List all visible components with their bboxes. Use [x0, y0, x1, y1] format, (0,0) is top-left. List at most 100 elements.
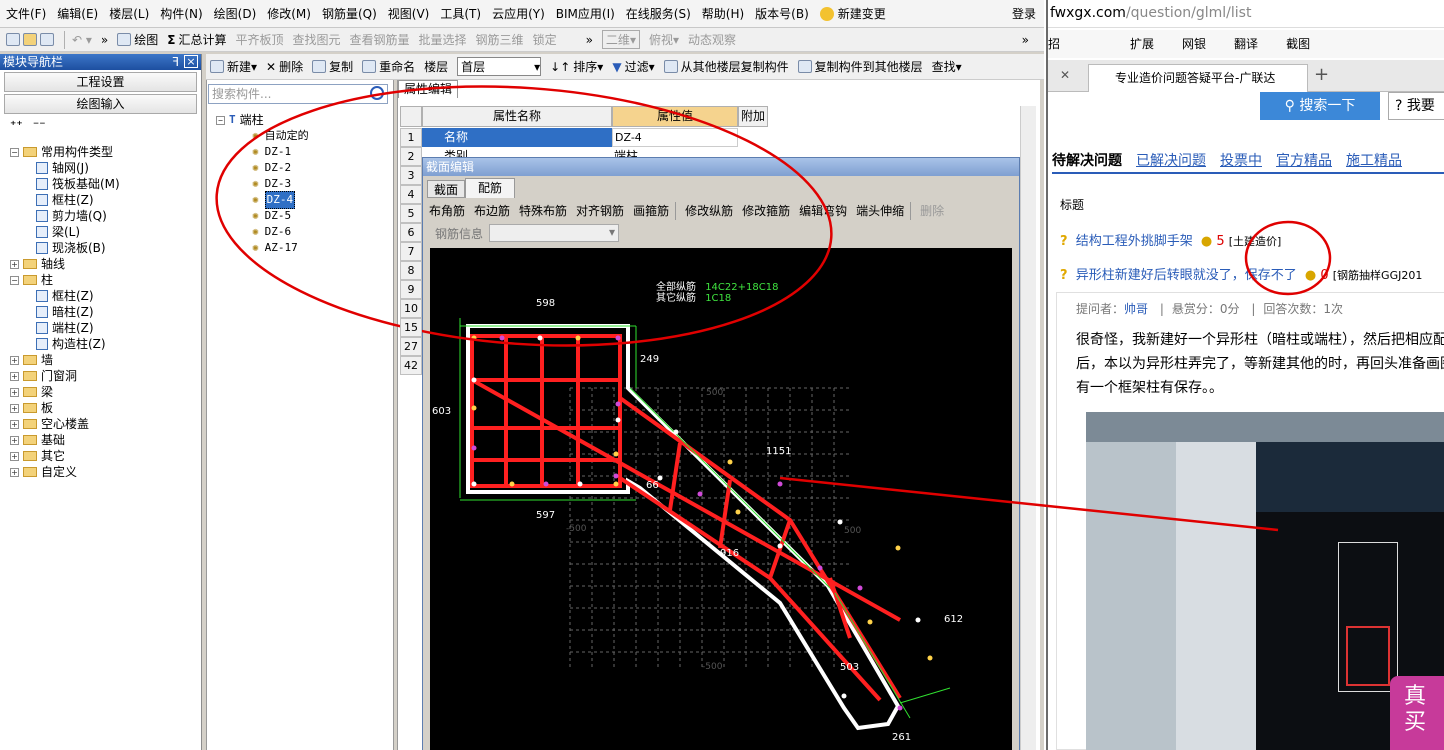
menu-item[interactable]: 视图(V) [388, 5, 430, 22]
section-tool-button[interactable]: 布边筋 [474, 202, 510, 220]
menu-item[interactable]: 修改(M) [267, 5, 311, 22]
menu-item[interactable]: 楼层(L) [109, 5, 149, 22]
question-tab[interactable]: 官方精品 [1276, 150, 1332, 172]
sort-button[interactable]: ↓↑ 排序 ▾ [550, 58, 603, 75]
dynamic-view-button[interactable]: 动态观察 [688, 31, 736, 48]
expand-icon[interactable]: + [10, 403, 19, 413]
question-tab[interactable]: 待解决问题 [1052, 150, 1122, 172]
save-icon[interactable] [40, 33, 54, 46]
section-tool-button[interactable]: 修改箍筋 [742, 202, 790, 220]
component-item[interactable]: ✺ DZ-1 [216, 144, 386, 160]
menu-item[interactable]: 帮助(H) [702, 5, 744, 22]
login-button[interactable]: 登录 [1012, 5, 1036, 22]
component-root[interactable]: − T 端柱 [216, 112, 386, 128]
collapse-icon[interactable]: − [10, 275, 19, 285]
section-tool-button[interactable]: 修改纵筋 [685, 202, 733, 220]
nav-tree-item[interactable]: + 轴线 [2, 256, 198, 272]
component-item[interactable]: ✺ AZ-17 [216, 240, 386, 256]
bookmark-item[interactable]: 招 [1048, 37, 1060, 51]
component-item[interactable]: ✺ DZ-5 [216, 208, 386, 224]
bookmark-item[interactable]: 翻译 [1234, 37, 1258, 51]
new-tab-icon[interactable]: + [1314, 64, 1329, 85]
nav-tree-item[interactable]: − 柱 [2, 272, 198, 288]
copy-component-button[interactable]: 复制 [312, 58, 353, 75]
ask-button[interactable]: ? 我要 [1388, 92, 1444, 120]
draw-input-button[interactable]: 绘图输入 [4, 94, 197, 114]
tab-property-edit[interactable]: 属性编辑 [398, 80, 458, 98]
question-tab[interactable]: 投票中 [1220, 150, 1262, 172]
component-search-input[interactable]: 搜索构件... [208, 84, 388, 104]
question-2-link[interactable]: 异形柱新建好后转眼就没了，保存不了 [1076, 268, 1297, 283]
menu-item[interactable]: 绘图(D) [214, 5, 257, 22]
find-element-button[interactable]: 查找图元 [293, 31, 341, 48]
top-view-button[interactable]: 俯视 ▾ [649, 31, 679, 48]
section-tool-button[interactable]: 端头伸缩 [856, 202, 912, 220]
view-rebar-button[interactable]: 查看钢筋量 [350, 31, 410, 48]
nav-tree-item[interactable]: 暗柱(Z) [2, 304, 198, 320]
floor-select[interactable]: 首层 ▾ [457, 57, 542, 76]
section-canvas[interactable]: 全部纵筋 14C22+18C18 其它纵筋 1C18 598 603 249 5… [430, 248, 1012, 750]
scrollbar-vertical[interactable] [1020, 106, 1036, 750]
draw-button[interactable]: 绘图 [117, 31, 158, 48]
tab-section[interactable]: 截面 [427, 180, 466, 198]
section-tool-button[interactable]: 布角筋 [429, 202, 465, 220]
pin-icon[interactable]: ꟻ [172, 54, 179, 70]
nav-tree-item[interactable]: − 常用构件类型 [2, 144, 198, 160]
component-item[interactable]: ✺ DZ-3 [216, 176, 386, 192]
nav-tree-item[interactable]: 框柱(Z) [2, 288, 198, 304]
menu-item[interactable]: 钢筋量(Q) [322, 5, 377, 22]
question-1-link[interactable]: 结构工程外挑脚手架 [1076, 234, 1193, 249]
component-item[interactable]: ✺ DZ-6 [216, 224, 386, 240]
filter-button[interactable]: ▼ 过滤 ▾ [612, 58, 654, 75]
menu-item[interactable]: 构件(N) [160, 5, 202, 22]
view-mode-select[interactable]: 二维 ▾ [601, 30, 640, 49]
search-icon[interactable] [370, 86, 384, 100]
nav-tree-item[interactable]: + 墙 [2, 352, 198, 368]
search-button[interactable]: ⚲ 搜索一下 [1260, 92, 1380, 120]
prop-row-name-value[interactable]: DZ-4 [612, 128, 738, 147]
new-file-icon[interactable] [6, 33, 20, 46]
copy-to-floor-button[interactable]: 复制构件到其他楼层 [797, 58, 923, 75]
component-item[interactable]: ✺ DZ-4 [216, 191, 386, 209]
section-tool-button[interactable]: 编辑弯钩 [799, 202, 847, 220]
nav-tree-item[interactable]: + 梁 [2, 384, 198, 400]
smile-icon[interactable] [819, 6, 834, 21]
menu-item[interactable]: 云应用(Y) [492, 5, 545, 22]
bookmark-item[interactable]: 截图 [1286, 37, 1310, 51]
prop-row-category-value[interactable]: 端柱 [612, 147, 738, 157]
nav-tree-item[interactable]: 构造柱(Z) [2, 336, 198, 352]
expand-icon[interactable]: + [10, 451, 19, 461]
sum-calc-button[interactable]: Σ 汇总计算 [167, 31, 226, 48]
new-component-button[interactable]: 新建 ▾ [210, 58, 257, 75]
align-slab-button[interactable]: 平齐板顶 [235, 31, 283, 48]
expand-all-icon[interactable]: ⁺⁺ [10, 118, 23, 132]
new-change-button[interactable]: 新建变更 [838, 5, 886, 22]
rebar-3d-button[interactable]: 钢筋三维 [476, 31, 524, 48]
menu-item[interactable]: BIM应用(I) [556, 5, 615, 22]
question-tab[interactable]: 施工精品 [1346, 150, 1402, 172]
rename-component-button[interactable]: 重命名 [362, 58, 415, 75]
component-item[interactable]: ✺ DZ-2 [216, 160, 386, 176]
nav-tree-item[interactable]: 轴网(J) [2, 160, 198, 176]
question-photo[interactable]: 真 买 [1086, 412, 1444, 750]
expand-icon[interactable]: + [10, 259, 19, 269]
bookmark-item[interactable]: 扩展 [1130, 37, 1154, 51]
menu-item[interactable]: 版本号(B) [755, 5, 809, 22]
nav-tree-item[interactable]: 现浇板(B) [2, 240, 198, 256]
menu-item[interactable]: 工具(T) [440, 5, 481, 22]
menu-item[interactable]: 编辑(E) [57, 5, 98, 22]
open-folder-icon[interactable] [23, 33, 37, 46]
nav-tree-item[interactable]: + 板 [2, 400, 198, 416]
nav-tree-item[interactable]: + 空心楼盖 [2, 416, 198, 432]
address-bar[interactable]: fwxgx.com/question/glml/list [1048, 0, 1444, 28]
find-button[interactable]: 查找 ▾ [932, 58, 962, 75]
collapse-icon[interactable]: − [10, 147, 19, 157]
browser-tab-active[interactable]: 专业造价问题答疑平台-广联达 [1088, 64, 1308, 92]
batch-select-button[interactable]: 批量选择 [419, 31, 467, 48]
question-tab[interactable]: 已解决问题 [1136, 150, 1206, 172]
section-tool-button[interactable]: 删除 [920, 202, 944, 220]
expand-icon[interactable]: + [10, 355, 19, 365]
tab-close-icon[interactable]: ✕ [1060, 68, 1070, 82]
expand-icon[interactable]: + [10, 419, 19, 429]
nav-tree-item[interactable]: + 门窗洞 [2, 368, 198, 384]
